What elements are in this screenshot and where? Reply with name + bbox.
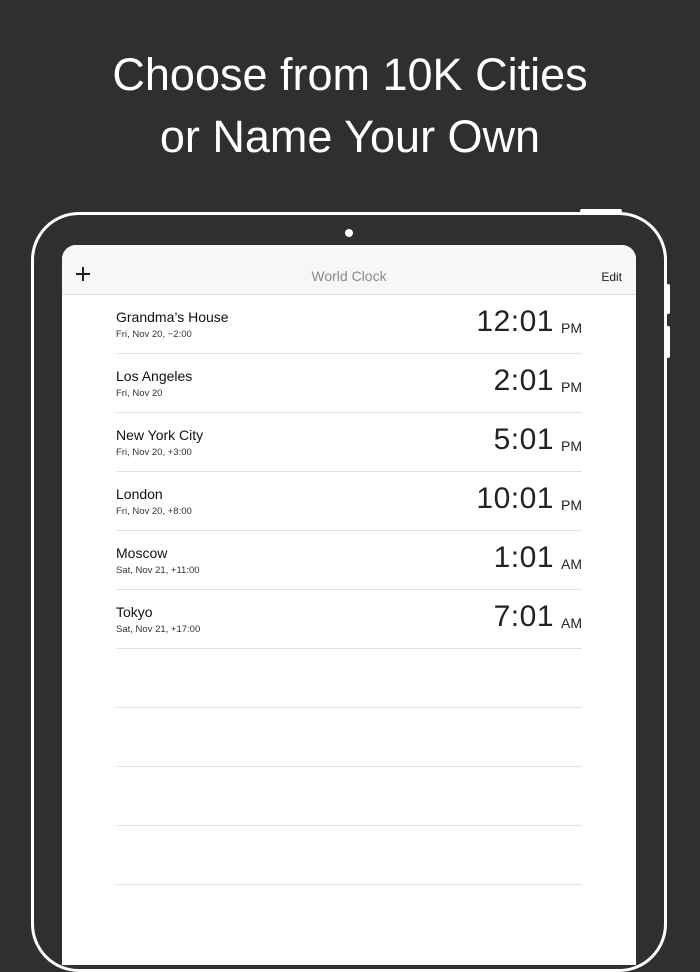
navigation-bar: World Clock Edit	[62, 245, 636, 295]
clock-ampm: AM	[561, 556, 582, 572]
empty-list-row	[116, 649, 582, 708]
clock-ampm: PM	[561, 497, 582, 513]
clock-date-offset: Fri, Nov 20, +3:00	[116, 447, 192, 458]
headline: Choose from 10K Cities or Name Your Own	[0, 44, 700, 168]
empty-list-row	[116, 826, 582, 885]
tablet-volume-up-button	[666, 284, 670, 314]
edit-button[interactable]: Edit	[601, 270, 622, 284]
clock-ampm: PM	[561, 438, 582, 454]
clock-list: Grandma’s House Fri, Nov 20, −2:00 12:01…	[116, 295, 582, 885]
nav-title: World Clock	[311, 268, 387, 284]
clock-row-moscow[interactable]: Moscow Sat, Nov 21, +11:00 1:01 AM	[116, 531, 582, 590]
clock-row-los-angeles[interactable]: Los Angeles Fri, Nov 20 2:01 PM	[116, 354, 582, 413]
app-screen: World Clock Edit Grandma’s House Fri, No…	[62, 245, 636, 965]
clock-time: 1:01	[493, 541, 554, 574]
clock-time: 5:01	[493, 423, 554, 456]
clock-time: 10:01	[476, 482, 554, 515]
clock-time: 12:01	[476, 305, 554, 338]
headline-line-1: Choose from 10K Cities	[112, 49, 588, 100]
clock-row-grandmas-house[interactable]: Grandma’s House Fri, Nov 20, −2:00 12:01…	[116, 295, 582, 354]
clock-date-offset: Fri, Nov 20, +8:00	[116, 506, 192, 517]
clock-date-offset: Sat, Nov 21, +11:00	[116, 565, 200, 576]
clock-city: Grandma’s House	[116, 309, 229, 325]
clock-time: 2:01	[493, 364, 554, 397]
clock-date-offset: Fri, Nov 20, −2:00	[116, 329, 192, 340]
tablet-volume-down-button	[666, 326, 670, 358]
empty-list-row	[116, 767, 582, 826]
clock-ampm: AM	[561, 615, 582, 631]
clock-city: Tokyo	[116, 604, 153, 620]
clock-ampm: PM	[561, 320, 582, 336]
clock-ampm: PM	[561, 379, 582, 395]
empty-list-row	[116, 708, 582, 767]
clock-city: Moscow	[116, 545, 168, 561]
clock-time: 7:01	[493, 600, 554, 633]
clock-city: Los Angeles	[116, 368, 193, 384]
clock-city: London	[116, 486, 163, 502]
front-camera	[345, 229, 353, 237]
clock-row-new-york-city[interactable]: New York City Fri, Nov 20, +3:00 5:01 PM	[116, 413, 582, 472]
tablet-top-button	[580, 209, 622, 213]
clock-date-offset: Fri, Nov 20	[116, 388, 163, 399]
clock-city: New York City	[116, 427, 204, 443]
clock-row-tokyo[interactable]: Tokyo Sat, Nov 21, +17:00 7:01 AM	[116, 590, 582, 649]
clock-row-london[interactable]: London Fri, Nov 20, +8:00 10:01 PM	[116, 472, 582, 531]
clock-date-offset: Sat, Nov 21, +17:00	[116, 624, 201, 635]
headline-line-2: or Name Your Own	[159, 111, 541, 162]
